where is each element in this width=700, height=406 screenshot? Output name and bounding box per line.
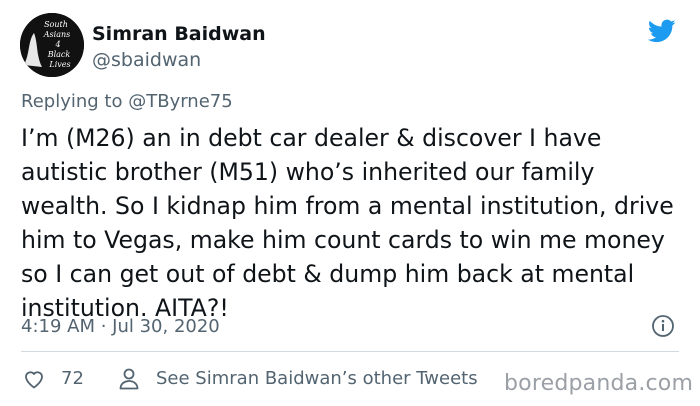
divider — [21, 351, 679, 352]
like-count[interactable]: 72 — [61, 368, 84, 390]
author-handle[interactable]: @sbaidwan — [92, 48, 201, 72]
avatar[interactable]: South Asians 4 Black Lives — [20, 13, 84, 77]
see-other-tweets-link[interactable]: See Simran Baidwan’s other Tweets — [156, 368, 478, 390]
info-icon[interactable] — [651, 314, 675, 338]
tweet-text: I’m (M26) an in debt car dealer & discov… — [21, 124, 674, 322]
person-icon — [119, 368, 139, 390]
tweet-timestamp[interactable]: 4:19 AM · Jul 30, 2020 — [21, 316, 220, 338]
avatar-text-line: Asians — [43, 30, 70, 39]
reply-context: Replying to @TByrne75 — [21, 91, 233, 113]
author-name[interactable]: Simran Baidwan — [92, 22, 266, 46]
reply-prefix: Replying to — [21, 91, 123, 112]
twitter-bird-icon[interactable] — [646, 17, 678, 45]
heart-icon[interactable] — [22, 367, 46, 391]
watermark: boredpanda.com — [504, 371, 694, 396]
avatar-text-line: Black — [47, 50, 71, 59]
avatar-text-line: South — [44, 20, 68, 29]
reply-mention-link[interactable]: @TByrne75 — [128, 91, 232, 112]
avatar-text-line: Lives — [48, 60, 70, 69]
avatar-text-line: 4 — [54, 40, 60, 49]
